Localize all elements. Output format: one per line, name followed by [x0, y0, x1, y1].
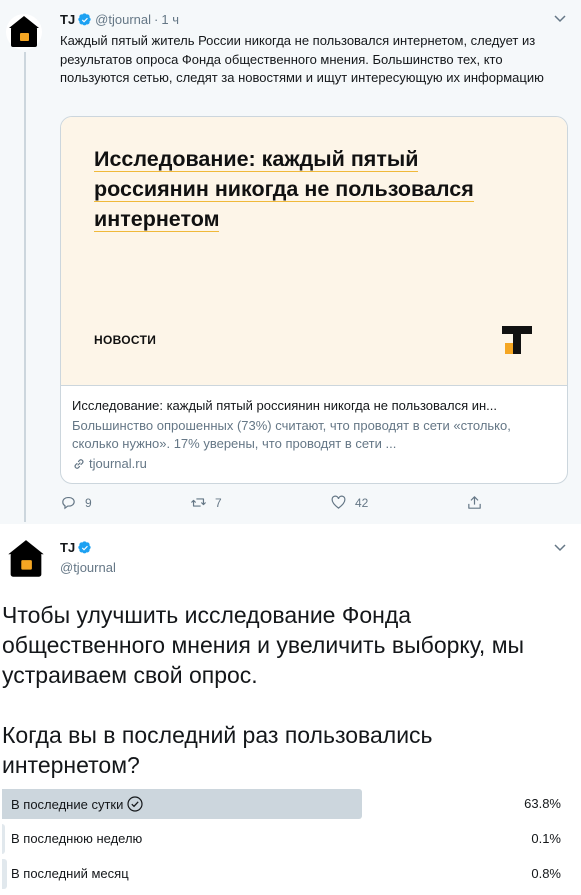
- check-circle-icon: [127, 796, 143, 812]
- tweet-text: Чтобы улучшить исследование Фонда общест…: [2, 600, 572, 780]
- card-domain-text: tjournal.ru: [89, 456, 147, 471]
- verified-badge-icon: [78, 540, 91, 553]
- tweet-text: Каждый пятый житель России никогда не по…: [60, 33, 544, 85]
- author-handle[interactable]: @tjournal: [60, 560, 116, 575]
- thread-connector-line: [24, 52, 26, 522]
- tweet-author: TJ: [60, 540, 92, 555]
- poll: В последние сутки 63.8% В последнюю неде…: [2, 787, 564, 892]
- verified-badge-icon: [78, 12, 91, 25]
- reply-button[interactable]: 9: [60, 494, 92, 511]
- tj-logo-icon: [502, 326, 532, 354]
- retweet-button[interactable]: 7: [190, 494, 222, 511]
- like-button[interactable]: 42: [330, 494, 368, 511]
- card-text-area: Исследование: каждый пятый россиянин ник…: [61, 385, 567, 471]
- tj-house-logo-icon: [6, 539, 46, 579]
- avatar[interactable]: [5, 538, 47, 580]
- card-title: Исследование: каждый пятый россиянин ник…: [72, 398, 498, 413]
- card-description: Большинство опрошенных (73%) считают, чт…: [72, 418, 511, 451]
- tweet-header: TJ @tjournal · 1 ч: [60, 12, 179, 27]
- author-handle[interactable]: @tjournal: [95, 12, 151, 27]
- author-name[interactable]: TJ: [60, 540, 75, 555]
- like-icon: [331, 495, 346, 509]
- author-name[interactable]: TJ: [60, 12, 75, 27]
- poll-result-bar: [2, 859, 7, 889]
- card-image: Исследование: каждый пятый россиянин ник…: [61, 117, 567, 385]
- poll-option-label: В последний месяц: [11, 866, 129, 881]
- poll-option: В последние сутки 63.8%: [2, 787, 564, 822]
- poll-result-bar: [2, 824, 5, 854]
- avatar[interactable]: [6, 14, 42, 50]
- tweet-actions: 9 7 42: [60, 494, 500, 516]
- tweet-text-paragraph: Чтобы улучшить исследование Фонда общест…: [2, 602, 525, 688]
- share-icon: [468, 496, 481, 509]
- chevron-down-icon[interactable]: [553, 14, 567, 24]
- like-count: 42: [355, 495, 369, 510]
- parent-tweet[interactable]: TJ @tjournal · 1 ч Каждый пятый житель Р…: [0, 0, 581, 524]
- chevron-down-icon[interactable]: [553, 543, 567, 553]
- time-separator: ·: [154, 12, 159, 27]
- poll-option-percent: 0.1%: [531, 831, 561, 846]
- poll-option: В последнюю неделю 0.1%: [2, 822, 564, 857]
- card-domain: tjournal.ru: [72, 456, 556, 471]
- share-button[interactable]: [466, 494, 483, 511]
- tj-house-logo-icon: [7, 15, 41, 49]
- poll-question: Когда вы в последний раз пользовались ин…: [2, 722, 433, 778]
- retweet-icon: [190, 498, 207, 507]
- reply-count: 9: [85, 495, 92, 510]
- poll-option-label: В последние сутки: [11, 796, 143, 812]
- poll-option-percent: 63.8%: [524, 796, 561, 811]
- card-image-section-label: НОВОСТИ: [94, 333, 157, 347]
- retweet-count: 7: [215, 495, 222, 510]
- tweet-timestamp[interactable]: 1 ч: [161, 12, 179, 27]
- poll-option-label: В последнюю неделю: [11, 831, 143, 846]
- poll-option-percent: 0.8%: [531, 866, 561, 881]
- link-preview-card[interactable]: Исследование: каждый пятый россиянин ник…: [60, 116, 568, 484]
- link-icon: [74, 458, 84, 469]
- reply-icon: [62, 496, 75, 510]
- card-image-headline: Исследование: каждый пятый россиянин ник…: [94, 147, 474, 232]
- poll-option: В последний месяц 0.8%: [2, 857, 564, 892]
